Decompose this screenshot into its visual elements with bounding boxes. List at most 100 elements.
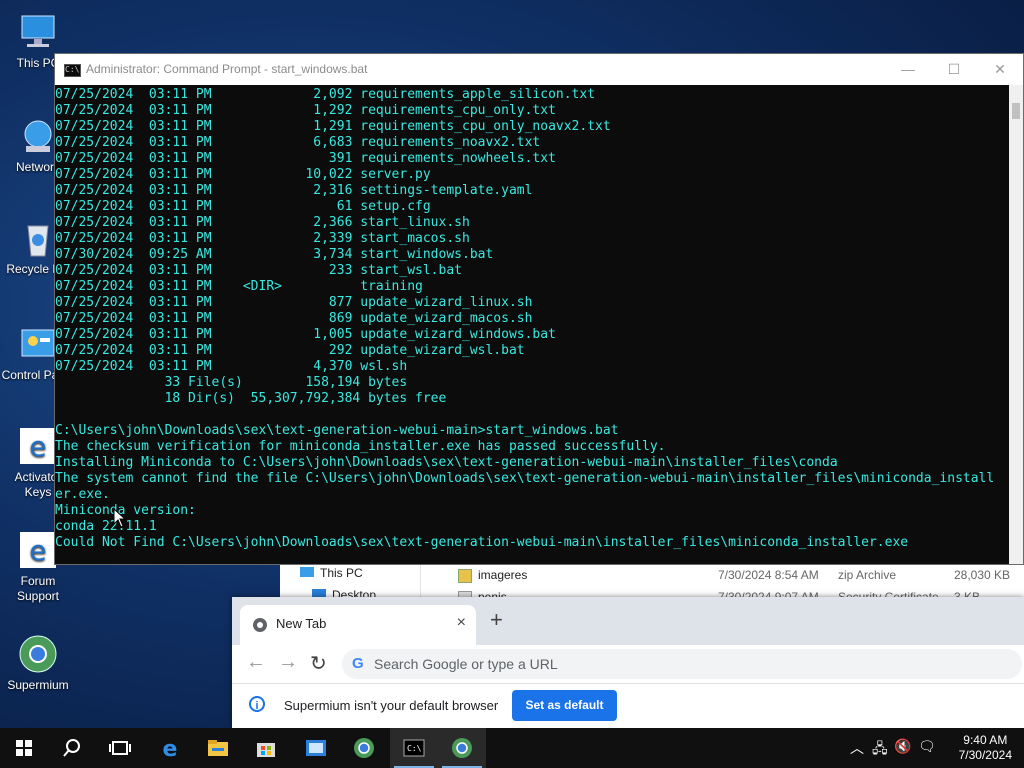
console-line: 07/25/2024 03:11 PM 1,291 requirements_c… [55, 119, 611, 134]
default-browser-infobar: i Supermium isn't your default browser S… [232, 683, 1024, 729]
console-line: 07/25/2024 03:11 PM 2,316 settings-templ… [55, 183, 533, 198]
svg-text:C:\: C:\ [407, 744, 422, 753]
console-line: 07/25/2024 03:11 PM 877 update_wizard_li… [55, 295, 533, 310]
console-scrollbar[interactable] [1009, 85, 1023, 564]
console-line: 07/25/2024 03:11 PM <DIR> training [55, 279, 423, 294]
svg-text:e: e [163, 737, 178, 760]
nav-item-this-pc[interactable]: This PC [300, 564, 363, 582]
system-tray: ︿ 🖧 🔇 🗨 9:40 AM 7/30/2024 [844, 728, 1024, 768]
tab-strip: New Tab × + [232, 597, 1024, 645]
svg-text:e: e [29, 534, 46, 567]
address-bar-placeholder: Search Google or type a URL [374, 656, 558, 672]
edge-icon: e [163, 737, 178, 760]
console-line: 07/25/2024 03:11 PM 292 update_wizard_ws… [55, 343, 525, 358]
notifications-icon[interactable]: 🗨 [918, 738, 936, 755]
console-line: Miniconda version: [55, 503, 196, 518]
file-name: imageres [478, 568, 528, 582]
tab-label: New Tab [276, 616, 327, 631]
app-icon [306, 740, 326, 756]
scrollbar-thumb[interactable] [1012, 103, 1020, 119]
forward-button[interactable]: → [278, 651, 298, 674]
taskbar-cmd[interactable]: C:\ [390, 728, 438, 768]
console-line: 07/25/2024 03:11 PM 10,022 server.py [55, 167, 431, 182]
console-output[interactable]: 07/25/2024 03:11 PM 2,092 requirements_a… [55, 85, 1010, 566]
reload-button[interactable]: ↻ [310, 651, 327, 676]
taskbar-app[interactable] [292, 728, 340, 768]
file-type: zip Archive [838, 568, 897, 582]
store-icon [257, 743, 275, 757]
network-icon [18, 116, 58, 156]
google-icon: G [352, 655, 364, 672]
console-line: 07/25/2024 03:11 PM 2,092 requirements_a… [55, 87, 596, 102]
clock-time: 9:40 AM [963, 733, 1008, 747]
console-line: The checksum verification for miniconda_… [55, 439, 666, 454]
file-date: 7/30/2024 8:54 AM [718, 568, 819, 582]
address-bar[interactable]: G Search Google or type a URL [342, 649, 1022, 679]
close-button[interactable]: ✕ [977, 54, 1023, 85]
info-icon: i [249, 696, 265, 712]
supermium-icon [18, 634, 58, 674]
network-icon[interactable]: 🖧 [872, 738, 888, 762]
console-text: 07/25/2024 03:11 PM 2,092 requirements_a… [55, 87, 1010, 551]
supermium-icon [452, 738, 472, 758]
browser-window[interactable]: New Tab × + ← → ↻ G Search Google or typ… [232, 597, 1024, 729]
console-line: Could Not Find C:\Users\john\Downloads\s… [55, 535, 909, 550]
supermium-icon [354, 738, 374, 758]
taskbar-store[interactable] [242, 728, 290, 768]
edge-icon: e [18, 530, 58, 570]
taskbar-supermium-active[interactable] [438, 728, 486, 768]
new-tab-button[interactable]: + [490, 607, 503, 633]
console-line: 07/25/2024 03:11 PM 6,683 requirements_n… [55, 135, 541, 150]
start-icon [16, 740, 32, 756]
file-row[interactable]: imageres 7/30/2024 8:54 AM zip Archive 2… [438, 566, 1024, 584]
volume-muted-icon[interactable]: 🔇 [894, 738, 911, 755]
taskbar-supermium[interactable] [340, 728, 388, 768]
this-pc-icon [18, 12, 58, 52]
search-button[interactable] [48, 728, 96, 768]
console-line: C:\Users\john\Downloads\sex\text-generat… [55, 423, 619, 438]
taskbar-edge[interactable]: e [146, 728, 194, 768]
command-prompt-window[interactable]: C:\ Administrator: Command Prompt - star… [54, 53, 1024, 565]
console-line: 07/25/2024 03:11 PM 4,370 wsl.sh [55, 359, 408, 374]
console-line: conda 22.11.1 [55, 519, 157, 534]
console-line: 07/25/2024 03:11 PM 1,292 requirements_c… [55, 103, 556, 118]
clock[interactable]: 9:40 AM 7/30/2024 [959, 733, 1012, 763]
task-view-icon [109, 741, 131, 755]
console-line: 33 File(s) 158,194 bytes [55, 375, 408, 390]
console-line: 18 Dir(s) 55,307,792,384 bytes free [55, 391, 447, 406]
console-line: Installing Miniconda to C:\Users\john\Do… [55, 455, 838, 470]
cmd-icon: C:\ [64, 64, 81, 77]
start-button[interactable] [0, 728, 48, 768]
desktop-icon-supermium[interactable]: Supermium [0, 634, 76, 693]
minimize-button[interactable]: — [885, 54, 931, 85]
tab-close-button[interactable]: × [457, 614, 466, 632]
desktop-icon-label: Supermium [7, 678, 69, 692]
taskbar: e C:\ ︿ 🖧 🔇 🗨 9:40 AM 7/30/2024 [0, 728, 1024, 768]
taskbar-file-explorer[interactable] [194, 728, 242, 768]
this-pc-icon [300, 567, 314, 577]
task-view-button[interactable] [96, 728, 144, 768]
cmd-titlebar[interactable]: C:\ Administrator: Command Prompt - star… [55, 54, 1023, 85]
console-line: 07/25/2024 03:11 PM 2,339 start_macos.sh [55, 231, 470, 246]
clock-date: 7/30/2024 [958, 748, 1012, 762]
infobar-message: Supermium isn't your default browser [284, 698, 499, 713]
recycle-bin-icon [18, 218, 58, 258]
zip-icon [458, 569, 472, 583]
set-as-default-button[interactable]: Set as default [512, 690, 617, 721]
tab-new-tab[interactable]: New Tab × [240, 605, 476, 645]
console-line: 07/25/2024 03:11 PM 1,005 update_wizard_… [55, 327, 556, 342]
window-title: Administrator: Command Prompt - start_wi… [86, 62, 368, 76]
chevron-up-icon[interactable]: ︿ [850, 738, 864, 758]
search-icon [63, 739, 80, 757]
edge-icon: e [18, 426, 58, 466]
maximize-button[interactable]: ☐ [931, 54, 977, 85]
back-button[interactable]: ← [246, 651, 266, 674]
file-explorer-icon [208, 740, 228, 756]
console-line: 07/25/2024 03:11 PM 2,366 start_linux.sh [55, 215, 470, 230]
console-line: 07/25/2024 03:11 PM 233 start_wsl.bat [55, 263, 462, 278]
file-size: 28,030 KB [954, 568, 1011, 582]
cmd-icon: C:\ [403, 739, 425, 757]
console-line: er.exe. [55, 487, 110, 502]
console-line: 07/25/2024 03:11 PM 61 setup.cfg [55, 199, 431, 214]
